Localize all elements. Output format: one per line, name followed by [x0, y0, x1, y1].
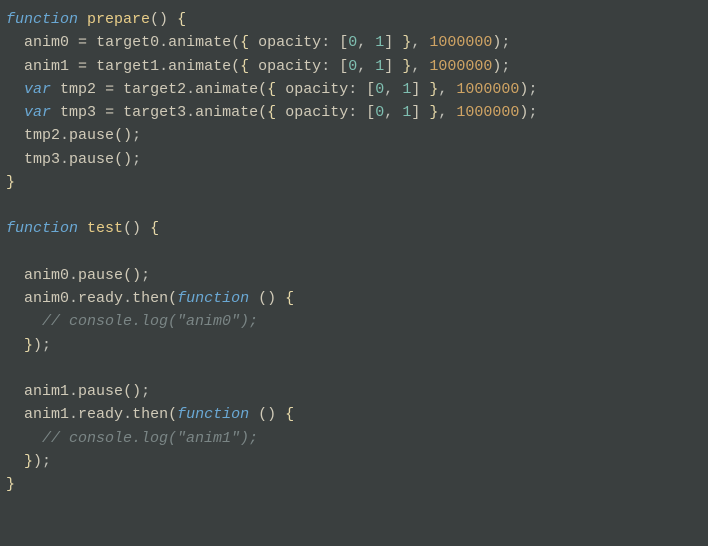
num-duration: 1000000: [429, 34, 492, 51]
var-anim0: anim0: [24, 34, 69, 51]
obj-target3: target3: [123, 104, 186, 121]
keyword-var: var: [24, 81, 51, 98]
comment-anim1: // console.log("anim1");: [42, 430, 258, 447]
var-tmp2: tmp2: [60, 81, 96, 98]
obj-target2: target2: [123, 81, 186, 98]
var-anim1: anim1: [24, 58, 69, 75]
obj-target0: target0: [96, 34, 159, 51]
keyword-function: function: [6, 11, 78, 28]
code-block: function prepare() { anim0 = target0.ani…: [0, 8, 708, 496]
var-tmp3: tmp3: [60, 104, 96, 121]
function-name-test: test: [87, 220, 123, 237]
comment-anim0: // console.log("anim0");: [42, 313, 258, 330]
obj-target1: target1: [96, 58, 159, 75]
function-name-prepare: prepare: [87, 11, 150, 28]
